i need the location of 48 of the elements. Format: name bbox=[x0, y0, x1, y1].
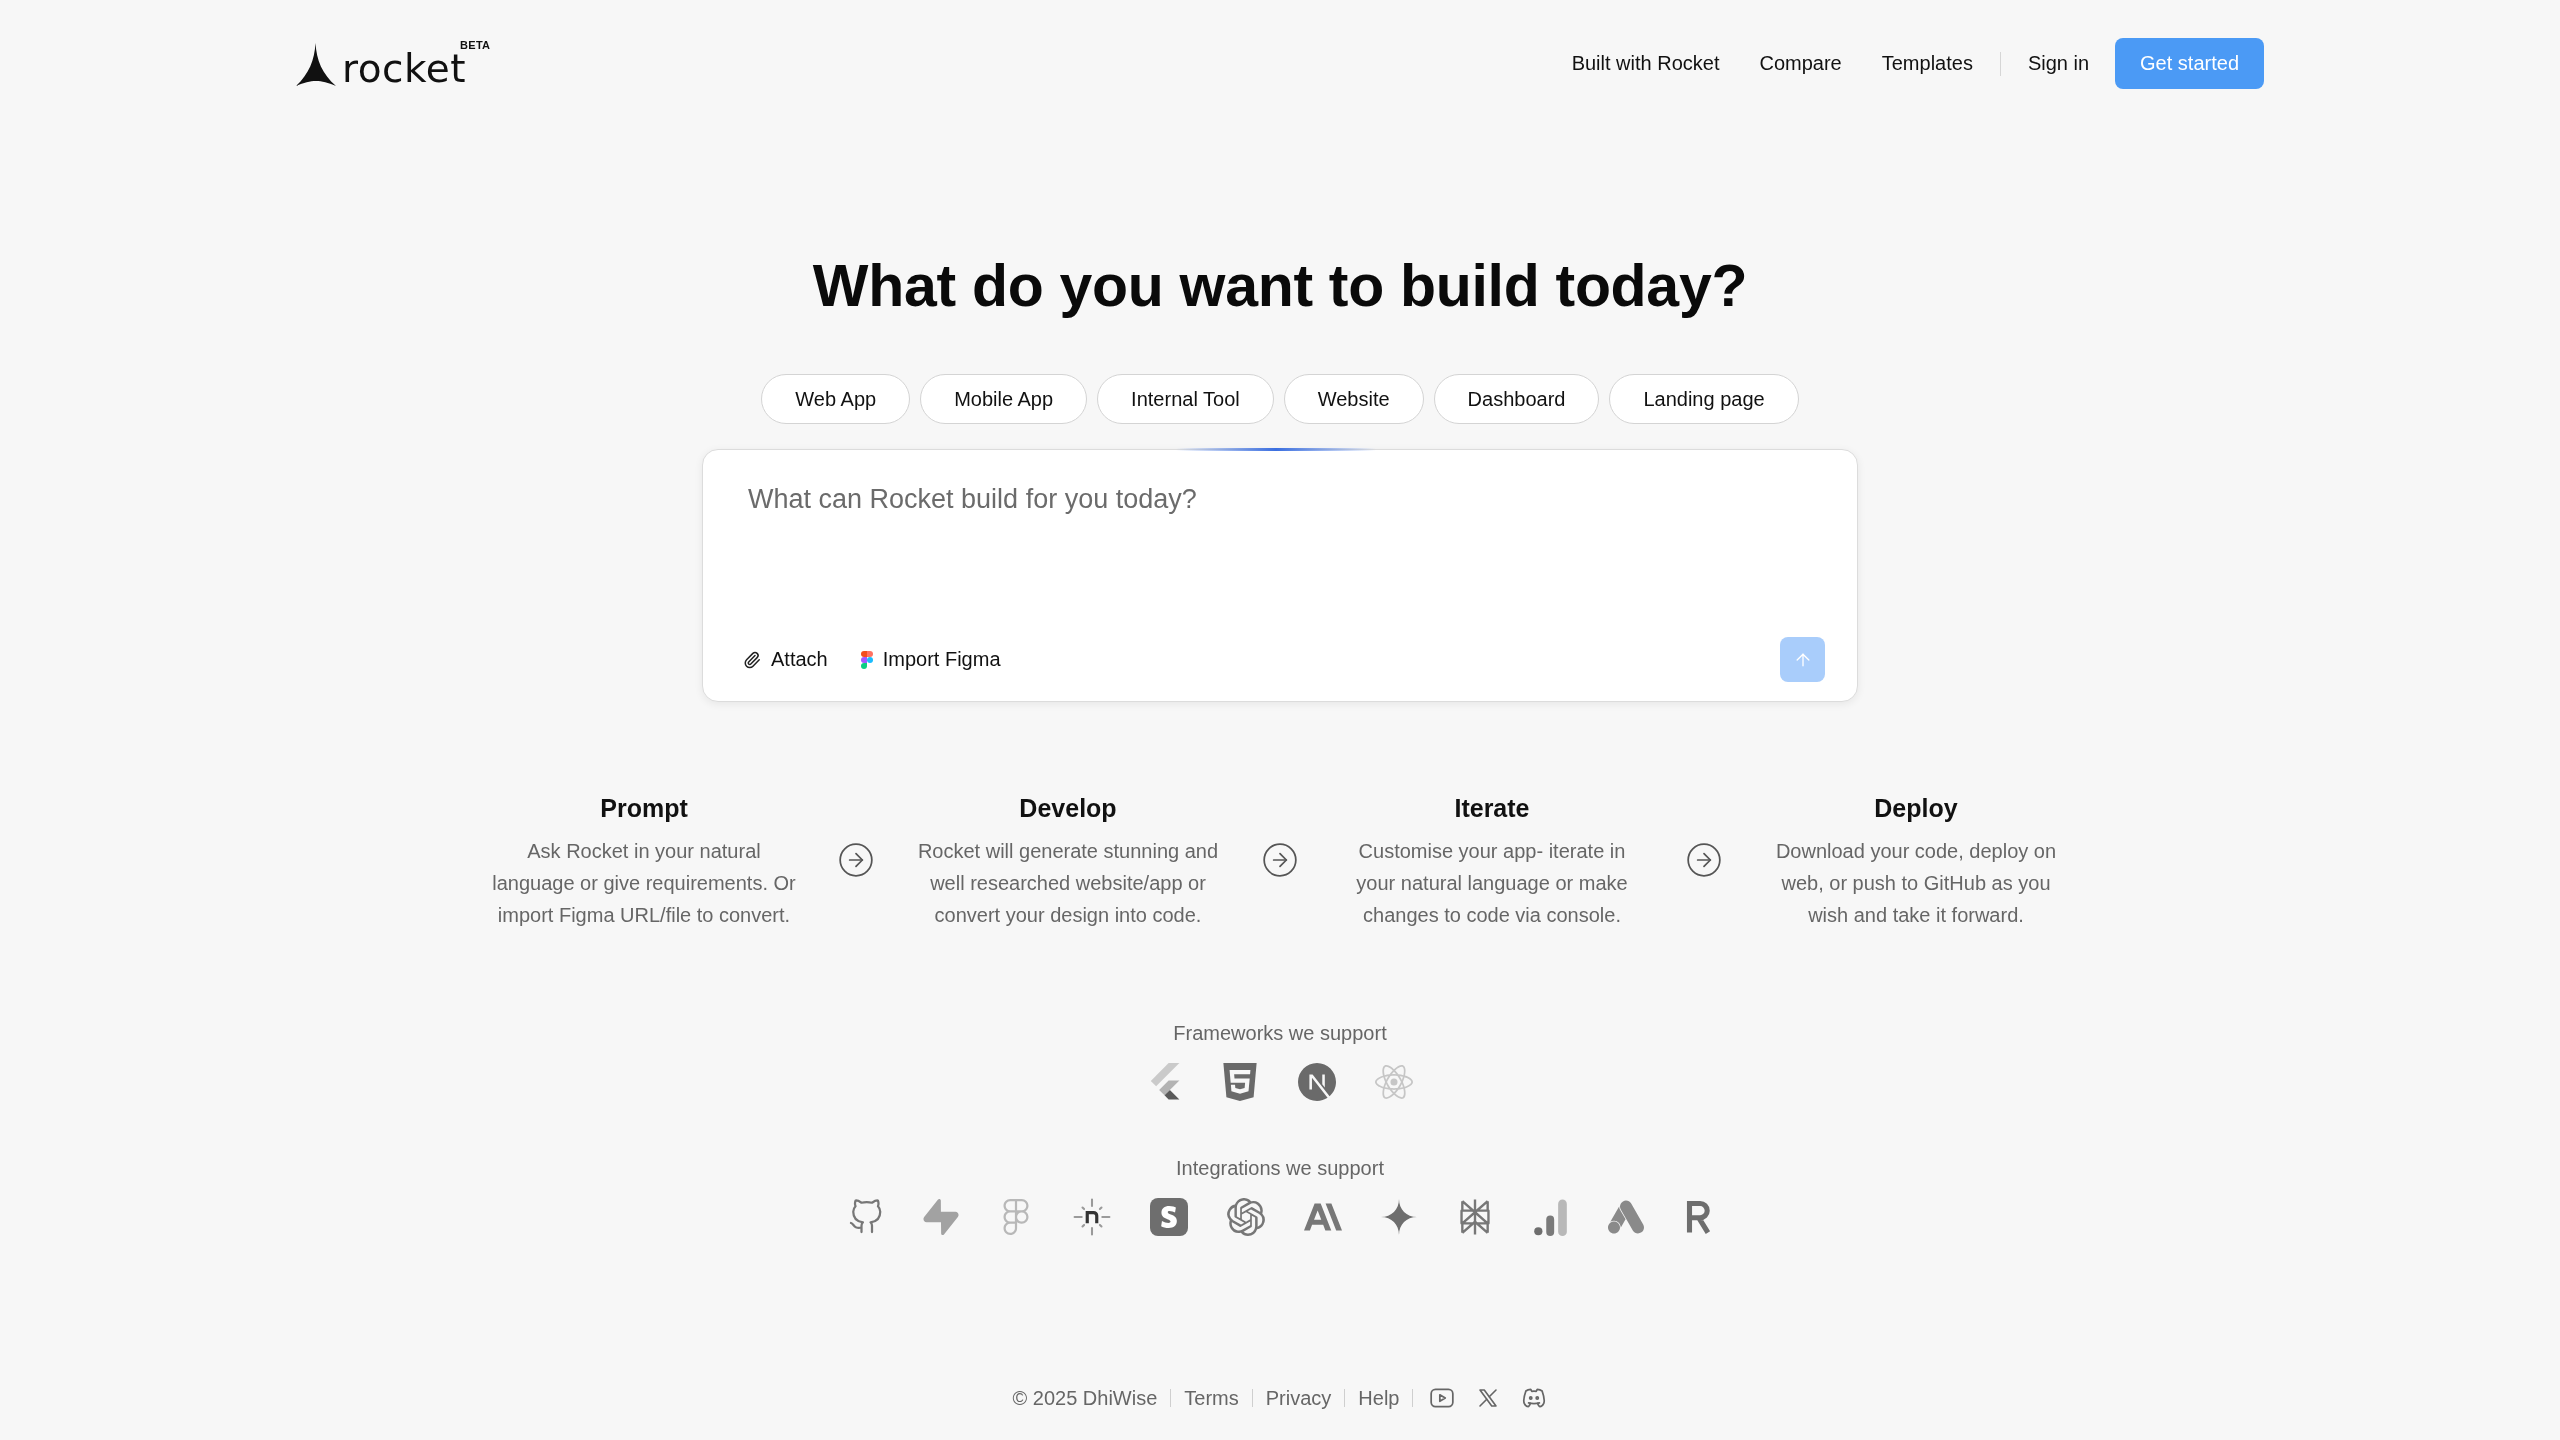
integrations-label: Integrations we support bbox=[1176, 1156, 1384, 1180]
html5-logo-icon bbox=[1220, 1063, 1259, 1101]
prompt-input[interactable]: What can Rocket build for you today? bbox=[743, 483, 1825, 637]
bar-chart-icon bbox=[1532, 1198, 1569, 1236]
netlify-logo-icon bbox=[1072, 1198, 1111, 1236]
suggestion-chip[interactable]: Dashboard bbox=[1433, 374, 1600, 424]
footer-link[interactable]: Privacy bbox=[1265, 1386, 1332, 1410]
sign-in-link[interactable]: Sign in bbox=[2027, 52, 2090, 75]
react-logo-icon bbox=[1374, 1063, 1413, 1101]
lightning-logo-icon bbox=[922, 1199, 959, 1235]
copyright-text: © 2025 DhiWise bbox=[1012, 1386, 1158, 1410]
suggestion-chip[interactable]: Internal Tool bbox=[1097, 374, 1274, 424]
step-title: Iterate bbox=[1454, 793, 1530, 823]
nav-link[interactable]: Built with Rocket bbox=[1571, 52, 1720, 75]
suggestion-chip[interactable]: Mobile App bbox=[920, 374, 1088, 424]
step-description: Download your code, deploy on web, or push to GitHub as you wish and take it forward. bbox=[1774, 839, 2058, 928]
github-logo-icon bbox=[847, 1199, 884, 1235]
arrow-circle-icon bbox=[837, 841, 875, 879]
footer-link[interactable]: Terms bbox=[1184, 1386, 1239, 1410]
step-description: Rocket will generate stunning and well researched website/app or convert your design into code. bbox=[916, 839, 1220, 928]
hero-heading: What do you want to build today? bbox=[812, 252, 1748, 321]
rocket-logo-icon bbox=[296, 42, 336, 86]
google-ads-logo-icon bbox=[1607, 1199, 1644, 1235]
step-description: Customise your app- iterate in your natural language or make changes to code via console. bbox=[1355, 839, 1629, 928]
logo-wordmark: rocket bbox=[342, 51, 466, 86]
youtube-icon[interactable] bbox=[1429, 1385, 1456, 1411]
figma-logo-icon bbox=[860, 650, 873, 669]
attach-button[interactable]: Attach bbox=[743, 648, 828, 671]
beta-label: BETA bbox=[460, 38, 491, 51]
step-title: Prompt bbox=[600, 793, 688, 823]
suggestion-chip[interactable]: Web App bbox=[761, 374, 911, 424]
nextjs-logo-icon bbox=[1297, 1063, 1336, 1101]
suggestion-chip[interactable]: Website bbox=[1283, 374, 1424, 424]
nav-link[interactable]: Compare bbox=[1759, 52, 1842, 75]
nav-link[interactable]: Templates bbox=[1881, 52, 1973, 75]
step-title: Deploy bbox=[1874, 793, 1958, 823]
stripe-logo-icon bbox=[1149, 1198, 1188, 1236]
step-title: Develop bbox=[1019, 793, 1117, 823]
step-description: Ask Rocket in your natural language or give requirements. Or import Figma URL/file to convert. bbox=[491, 839, 797, 928]
frameworks-label: Frameworks we support bbox=[1173, 1021, 1387, 1045]
suggestion-chip[interactable]: Landing page bbox=[1609, 374, 1799, 424]
arrow-circle-icon bbox=[1261, 841, 1299, 879]
prompt-card[interactable]: What can Rocket build for you today? Attach Import Figma bbox=[702, 449, 1858, 702]
paperclip-icon bbox=[743, 650, 761, 669]
openai-logo-icon bbox=[1226, 1198, 1265, 1236]
arrow-circle-icon bbox=[1685, 841, 1723, 879]
import-figma-button[interactable]: Import Figma bbox=[860, 648, 1001, 671]
footer-link[interactable]: Help bbox=[1358, 1386, 1400, 1410]
